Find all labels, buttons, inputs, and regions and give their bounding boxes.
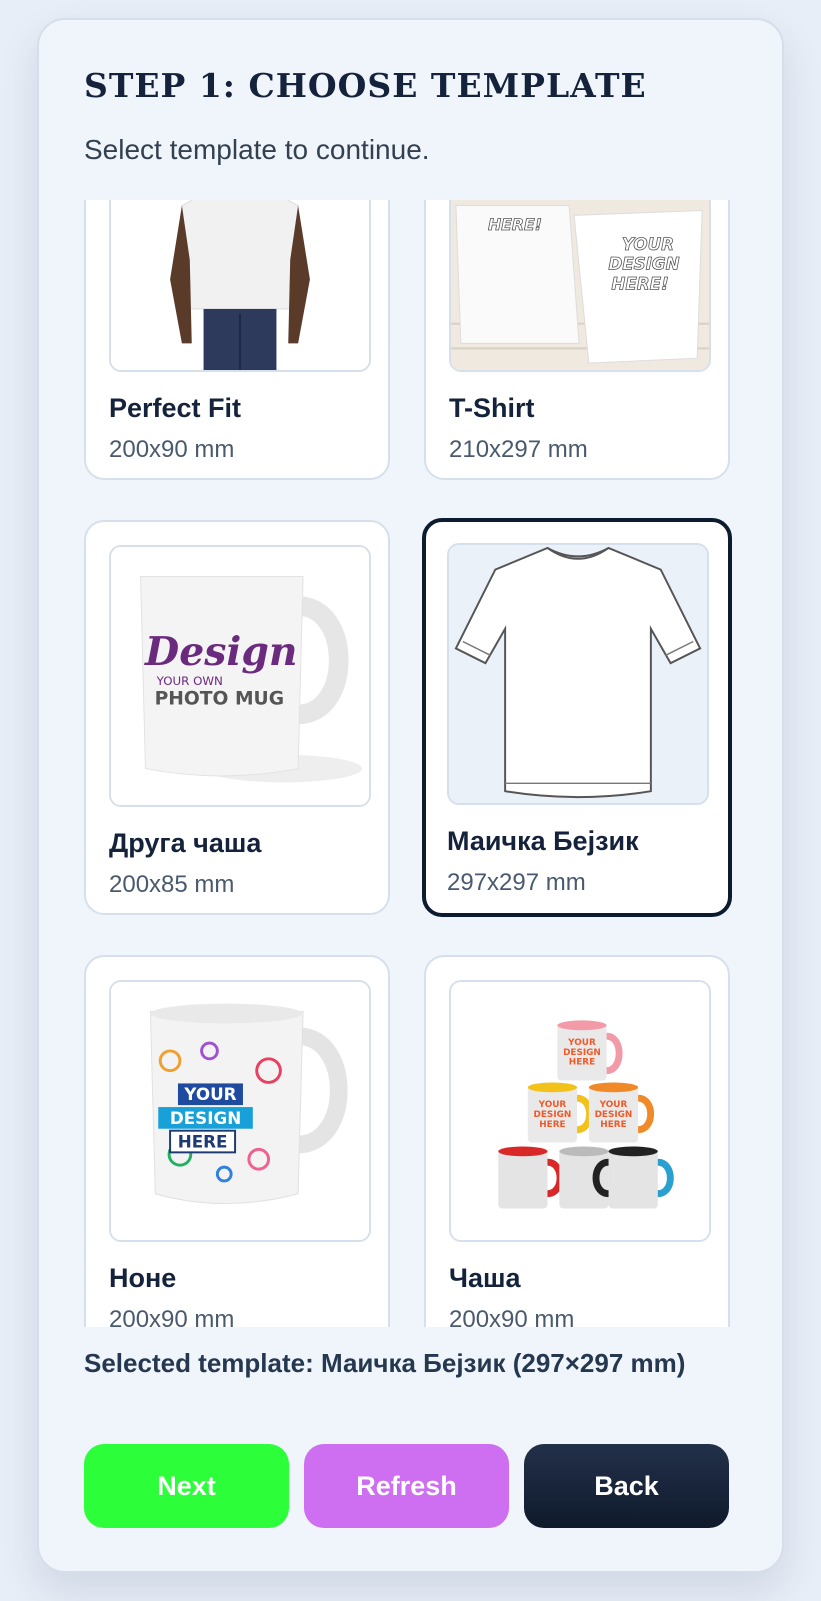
template-thumbnail: Design YOUR OWN PHOTO MUG (109, 545, 371, 807)
your-text: YOUR (538, 1100, 567, 1110)
your-design-here-mug-image: YOUR DESIGN HERE (111, 982, 369, 1240)
template-name: Друга чаша (109, 828, 262, 858)
template-grid[interactable]: Perfect Fit 200x90 mm HERE! YOUR DESIGN … (84, 200, 739, 1327)
mug-photo-mug-text: PHOTO MUG (155, 689, 284, 710)
template-card-none[interactable]: YOUR DESIGN HERE Ноне 200x90 mm (84, 955, 390, 1327)
shirts-your-design-here-image: HERE! YOUR DESIGN HERE! (451, 200, 709, 370)
template-size: 200x85 mm (109, 871, 235, 898)
template-size: 200x90 mm (449, 1306, 575, 1327)
template-size: 200x90 mm (109, 436, 235, 463)
template-panel: STEP 1: CHOOSE TEMPLATE Select template … (37, 18, 784, 1573)
stacked-colored-mugs-image: YOUR DESIGN HERE YOUR DESIGN HERE YOUR D… (451, 982, 709, 1240)
template-card-tshirt[interactable]: HERE! YOUR DESIGN HERE! T-Shirt 210x297 … (424, 200, 730, 480)
template-thumbnail (447, 543, 709, 805)
template-size: 200x90 mm (109, 1306, 235, 1327)
template-name: Чаша (449, 1263, 521, 1293)
mug-design-text: Design (144, 629, 297, 675)
back-button[interactable]: Back (524, 1444, 729, 1528)
template-name: Маичка Бејзик (447, 826, 639, 856)
here-text: HERE! (488, 215, 542, 234)
template-thumbnail: YOUR DESIGN HERE YOUR DESIGN HERE YOUR D… (449, 980, 711, 1242)
here-text: HERE! (611, 273, 668, 293)
template-size: 210x297 mm (449, 436, 588, 463)
refresh-button[interactable]: Refresh (304, 1444, 509, 1528)
page-subtitle: Select template to continue. (84, 134, 430, 165)
page-title: STEP 1: CHOOSE TEMPLATE (84, 66, 647, 105)
your-text: YOUR (567, 1038, 596, 1048)
your-text: YOUR (183, 1084, 236, 1104)
template-thumbnail: HERE! YOUR DESIGN HERE! (449, 200, 711, 372)
mug-your-own-text: YOUR OWN (156, 674, 223, 688)
template-card-perfect-fit[interactable]: Perfect Fit 200x90 mm (84, 200, 390, 480)
here-text: HERE (539, 1120, 565, 1130)
here-text: HERE (178, 1131, 228, 1151)
tshirt-outline-image (449, 545, 707, 803)
template-card-chasha[interactable]: YOUR DESIGN HERE YOUR DESIGN HERE YOUR D… (424, 955, 730, 1327)
template-name: Ноне (109, 1263, 177, 1293)
design-text: DESIGN (534, 1110, 572, 1120)
design-text: DESIGN (563, 1048, 601, 1058)
template-card-druga-chasha[interactable]: Design YOUR OWN PHOTO MUG Друга чаша 200… (84, 520, 390, 915)
template-name: T-Shirt (449, 393, 535, 423)
design-text: DESIGN (608, 254, 679, 274)
white-tshirt-model-image (111, 200, 369, 370)
next-button[interactable]: Next (84, 1444, 289, 1528)
here-text: HERE (600, 1120, 626, 1130)
template-thumbnail: YOUR DESIGN HERE (109, 980, 371, 1242)
template-size: 297x297 mm (447, 869, 586, 896)
design-your-own-photo-mug-image: Design YOUR OWN PHOTO MUG (111, 547, 369, 805)
design-text: DESIGN (170, 1108, 241, 1128)
selected-template-text: Selected template: Маичка Бејзик (297×29… (84, 1348, 686, 1378)
design-text: DESIGN (595, 1110, 633, 1120)
here-text: HERE (569, 1058, 595, 1068)
template-card-maichka-bejzik[interactable]: Маичка Бејзик 297x297 mm (422, 518, 732, 917)
your-text: YOUR (622, 234, 674, 254)
your-text: YOUR (599, 1100, 628, 1110)
template-thumbnail (109, 200, 371, 372)
template-name: Perfect Fit (109, 393, 242, 423)
